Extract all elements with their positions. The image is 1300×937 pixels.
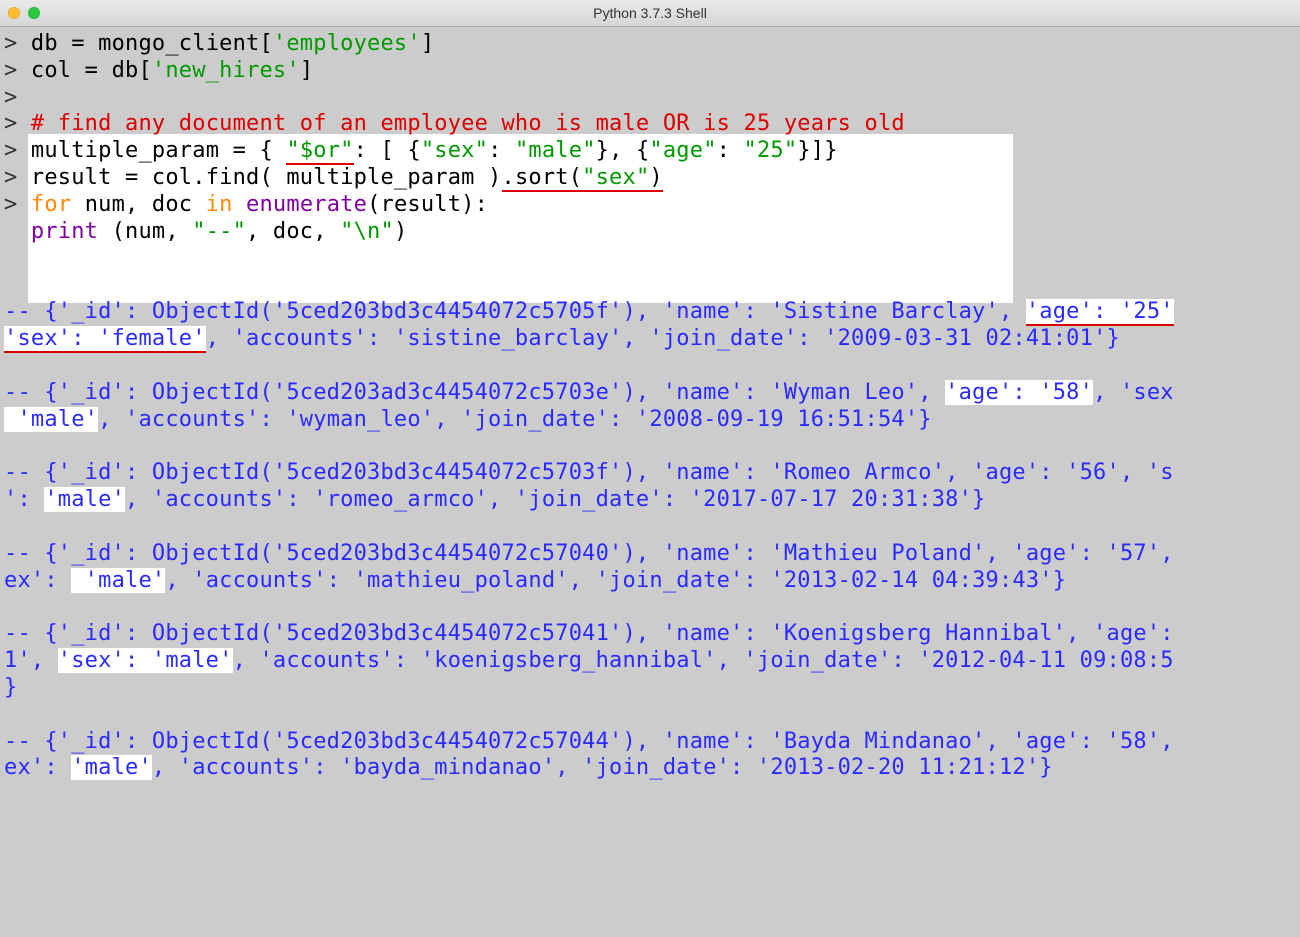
output-line: ex': 'male', 'accounts': 'bayda_mindanao… <box>4 755 1300 782</box>
code-line: print (num, "--", doc, "\n") <box>4 219 1300 246</box>
blank-line <box>4 272 1300 299</box>
sex-male-highlight: 'male' <box>71 755 152 780</box>
sex-male-highlight: 'male' <box>4 407 98 432</box>
blank-line <box>4 246 1300 273</box>
output-line: -- {'_id': ObjectId('5ced203bd3c4454072c… <box>4 299 1300 326</box>
output-line: 'male', 'accounts': 'wyman_leo', 'join_d… <box>4 407 1300 434</box>
age-highlight: 'age': '58' <box>945 380 1093 405</box>
output-line: -- {'_id': ObjectId('5ced203bd3c4454072c… <box>4 541 1300 568</box>
or-operator: "$or" <box>286 138 353 165</box>
prompt: > <box>4 31 17 56</box>
code-line: > for num, doc in enumerate(result): <box>4 192 1300 219</box>
output-line: -- {'_id': ObjectId('5ced203bd3c4454072c… <box>4 621 1300 648</box>
sex-male-highlight: 'sex': 'male' <box>58 648 233 673</box>
code-line: > col = db['new_hires'] <box>4 58 1300 85</box>
output-line: -- {'_id': ObjectId('5ced203bd3c4454072c… <box>4 729 1300 756</box>
output-line: -- {'_id': ObjectId('5ced203ad3c4454072c… <box>4 380 1300 407</box>
blank-line <box>4 702 1300 729</box>
sex-male-highlight: 'male' <box>71 568 165 593</box>
sex-male-highlight: 'male' <box>44 487 125 512</box>
output-line: 'sex': 'female', 'accounts': 'sistine_ba… <box>4 326 1300 353</box>
code-line: > multiple_param = { "$or": [ {"sex": "m… <box>4 138 1300 165</box>
output-line: } <box>4 675 1300 702</box>
idle-shell-window: Python 3.7.3 Shell > db = mongo_client['… <box>0 0 1300 937</box>
code-line: > db = mongo_client['employees'] <box>4 31 1300 58</box>
blank-line <box>4 353 1300 380</box>
age-25-highlight: 'age': '25' <box>1026 299 1174 326</box>
window-titlebar: Python 3.7.3 Shell <box>0 0 1300 27</box>
shell-output-area[interactable]: > db = mongo_client['employees'] > col =… <box>0 27 1300 782</box>
sex-female-highlight: 'sex': 'female' <box>4 326 206 353</box>
output-line: ex': 'male', 'accounts': 'mathieu_poland… <box>4 568 1300 595</box>
blank-line <box>4 514 1300 541</box>
blank-line <box>4 594 1300 621</box>
window-title: Python 3.7.3 Shell <box>0 5 1300 21</box>
output-line: -- {'_id': ObjectId('5ced203bd3c4454072c… <box>4 460 1300 487</box>
code-line: > # find any document of an employee who… <box>4 111 1300 138</box>
code-line: > <box>4 85 1300 112</box>
output-line: 1', 'sex': 'male', 'accounts': 'koenigsb… <box>4 648 1300 675</box>
code-line: > result = col.find( multiple_param ).so… <box>4 165 1300 192</box>
blank-line <box>4 433 1300 460</box>
sort-call: .sort( <box>502 165 583 192</box>
output-line: ': 'male', 'accounts': 'romeo_armco', 'j… <box>4 487 1300 514</box>
